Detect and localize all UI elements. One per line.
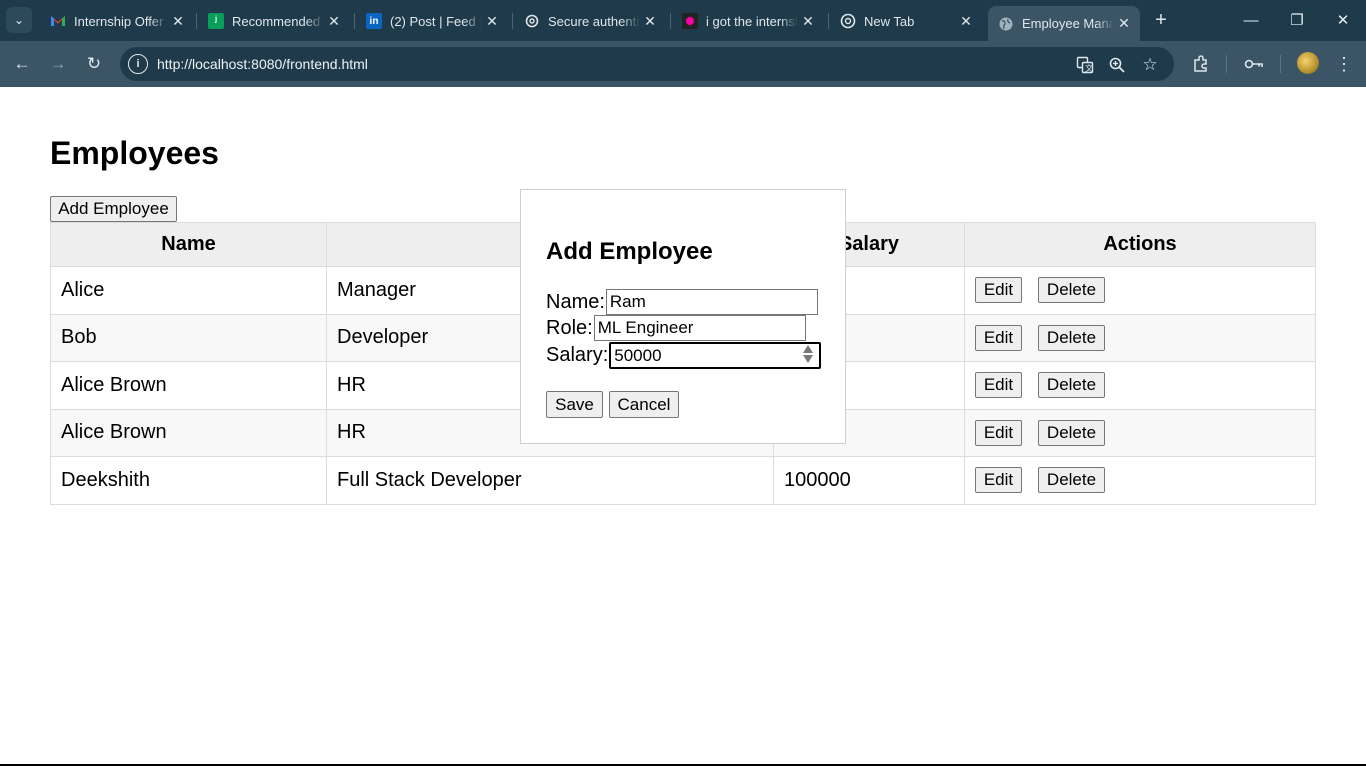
chrome-icon [840,13,856,29]
tab-strip: ⌄ Internship Offer ✕ ʲ Recommended J ✕ i… [0,0,1366,41]
tab-search-button[interactable]: ⌄ [6,7,32,33]
bookmark-star-icon[interactable]: ☆ [1139,54,1161,76]
edit-button[interactable]: Edit [975,277,1022,304]
role-field-row: Role: [546,315,806,341]
employee-name: Alice [50,266,327,315]
close-tab-icon[interactable]: ✕ [956,11,976,31]
page-content: Employees Add Employee Name Role Salary … [0,87,1366,766]
edit-button[interactable]: Edit [975,324,1022,351]
employee-name: Alice Brown [50,408,327,457]
forward-arrow-icon[interactable]: → [46,52,70,76]
jobs-icon: ʲ [208,13,224,29]
close-tab-icon[interactable]: ✕ [640,11,660,31]
spinner-down-icon[interactable] [803,355,814,363]
edit-button[interactable]: Edit [975,372,1022,399]
salary-field-row: Salary: [546,342,822,369]
delete-button[interactable]: Delete [1038,419,1105,446]
table-row: Deekshith Full Stack Developer 100000 Ed… [50,456,1316,505]
back-arrow-icon[interactable]: ← [10,52,34,76]
close-tab-icon[interactable]: ✕ [482,11,502,31]
thread-icon: ✺ [682,13,698,29]
delete-button[interactable]: Delete [1038,324,1105,351]
cancel-button[interactable]: Cancel [609,391,679,418]
url-text[interactable]: http://localhost:8080/frontend.html [157,56,368,72]
new-tab-icon[interactable]: + [1150,9,1172,31]
salary-input[interactable] [609,342,822,369]
delete-button[interactable]: Delete [1038,467,1105,494]
openai-icon [524,13,540,29]
employee-salary: 100000 [773,456,965,505]
kebab-menu-icon[interactable]: ⋮ [1332,52,1356,76]
edit-button[interactable]: Edit [975,419,1022,446]
modal-title: Add Employee [546,238,713,265]
profile-avatar[interactable] [1297,52,1319,74]
delete-button[interactable]: Delete [1038,372,1105,399]
close-tab-icon[interactable]: ✕ [798,11,818,31]
spinner-up-icon[interactable] [803,345,814,353]
address-bar[interactable]: i http://localhost:8080/frontend.html 文 … [120,47,1174,81]
tab-secure-authentication[interactable]: Secure authentic ✕ [514,7,666,35]
globe-icon [998,16,1014,32]
minimize-icon[interactable]: — [1236,8,1266,32]
tab-internship-offer[interactable]: Internship Offer ✕ [40,7,194,35]
tab-recommended-jobs[interactable]: ʲ Recommended J ✕ [198,7,350,35]
employee-name: Bob [50,313,327,362]
page-title: Employees [50,135,219,171]
reload-icon[interactable]: ↻ [82,52,106,76]
add-employee-button[interactable]: Add Employee [50,196,177,222]
zoom-icon[interactable] [1106,54,1128,76]
role-label: Role: [546,316,593,339]
edit-button[interactable]: Edit [975,467,1022,494]
browser-toolbar: ← → ↻ i http://localhost:8080/frontend.h… [0,41,1366,87]
employee-name: Deekshith [50,456,327,505]
employee-name: Alice Brown [50,361,327,410]
tab-internship-thread[interactable]: ✺ i got the internsh ✕ [672,7,824,35]
translate-icon[interactable]: 文 [1074,54,1096,76]
name-input[interactable] [605,289,818,315]
restore-icon[interactable]: ❐ [1282,8,1312,32]
tab-employee-management[interactable]: Employee Manag ✕ [988,6,1140,41]
salary-label: Salary: [546,344,609,366]
save-button[interactable]: Save [546,391,603,418]
gmail-icon [50,13,66,29]
role-input[interactable] [593,315,806,341]
column-header-actions: Actions [964,222,1316,267]
close-window-icon[interactable]: ✕ [1328,8,1358,32]
close-tab-icon[interactable]: ✕ [168,11,188,31]
name-label: Name: [546,290,605,313]
column-header-name: Name [50,222,327,267]
site-info-icon[interactable]: i [128,54,148,74]
delete-button[interactable]: Delete [1038,277,1105,304]
password-key-icon[interactable] [1242,52,1266,76]
salary-spinner[interactable] [803,345,814,365]
name-field-row: Name: [546,289,818,315]
tab-new-tab[interactable]: New Tab ✕ [830,7,982,35]
close-tab-icon[interactable]: ✕ [324,11,344,31]
extensions-icon[interactable] [1189,52,1213,76]
employee-role: Full Stack Developer [326,456,774,505]
close-tab-icon[interactable]: ✕ [1114,14,1134,34]
svg-text:文: 文 [1085,63,1093,73]
tab-linkedin-feed[interactable]: in (2) Post | Feed | L ✕ [356,7,508,35]
linkedin-icon: in [366,13,382,29]
add-employee-modal: Add Employee Name: Role: Salary: Save Ca… [520,189,846,444]
